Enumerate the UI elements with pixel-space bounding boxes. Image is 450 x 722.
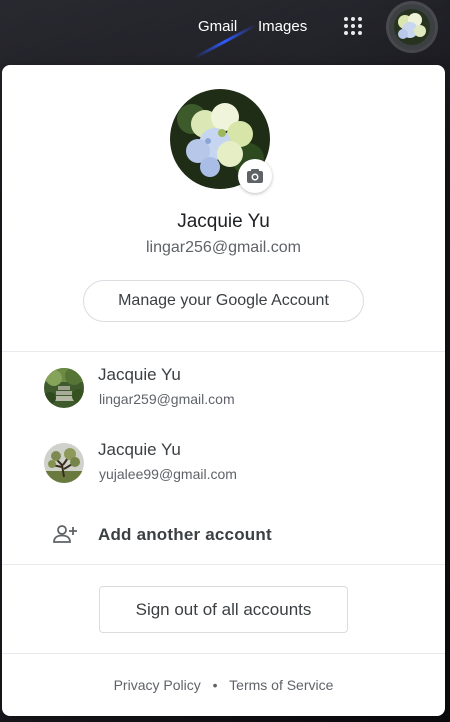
- gmail-link[interactable]: Gmail: [198, 18, 237, 35]
- account-item-email: lingar259@gmail.com: [99, 391, 235, 407]
- change-photo-button[interactable]: [238, 159, 272, 193]
- account-item-email: yujalee99@gmail.com: [99, 466, 237, 482]
- divider: [2, 351, 445, 352]
- terms-of-service-link[interactable]: Terms of Service: [229, 677, 333, 693]
- account-avatar: [44, 443, 84, 483]
- privacy-policy-link[interactable]: Privacy Policy: [114, 677, 201, 693]
- camera-icon: [247, 169, 263, 183]
- person-add-icon: [53, 525, 77, 543]
- footer-separator: •: [212, 677, 218, 693]
- account-item[interactable]: Jacquie Yu yujalee99@gmail.com: [2, 428, 445, 498]
- account-name: Jacquie Yu: [177, 211, 270, 232]
- apps-grid-icon[interactable]: [340, 14, 366, 40]
- footer: Privacy Policy • Terms of Service: [2, 677, 445, 693]
- images-link[interactable]: Images: [258, 18, 307, 35]
- divider: [2, 564, 445, 565]
- sign-out-all-button[interactable]: Sign out of all accounts: [99, 586, 348, 633]
- add-account-button[interactable]: Add another account: [2, 513, 445, 557]
- account-avatar: [44, 368, 84, 408]
- top-account-avatar[interactable]: [389, 4, 435, 50]
- account-item[interactable]: Jacquie Yu lingar259@gmail.com: [2, 353, 445, 423]
- account-email: lingar256@gmail.com: [146, 239, 301, 256]
- account-popup: Jacquie Yu lingar256@gmail.com Manage yo…: [2, 65, 445, 716]
- top-bar: Gmail Images: [0, 0, 450, 58]
- add-account-label: Add another account: [98, 525, 272, 544]
- divider: [2, 653, 445, 654]
- account-item-name: Jacquie Yu: [98, 440, 181, 459]
- manage-account-button[interactable]: Manage your Google Account: [83, 280, 364, 322]
- account-item-name: Jacquie Yu: [98, 365, 181, 384]
